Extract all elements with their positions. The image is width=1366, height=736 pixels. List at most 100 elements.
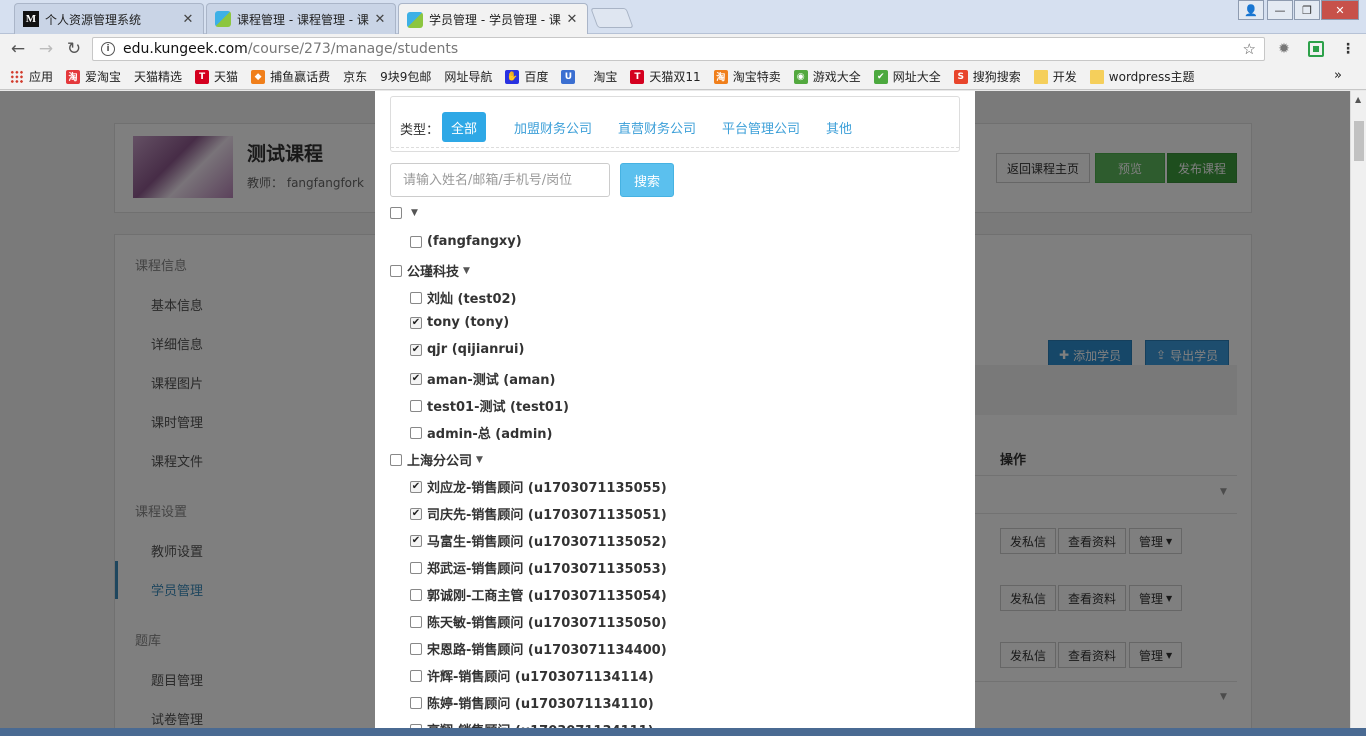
restore-button[interactable]: ❐ xyxy=(1294,0,1320,20)
bookmark-item[interactable]: 淘宝 xyxy=(0,68,618,169)
kungeek-logo-icon xyxy=(215,11,231,27)
tree-member-row[interactable]: 郑武运-销售顾问 (u1703071135053) xyxy=(410,558,667,577)
close-window-button[interactable]: ✕ xyxy=(1321,0,1359,20)
type-chip-platform[interactable]: 平台管理公司 xyxy=(713,112,809,142)
checkbox[interactable] xyxy=(410,426,422,439)
tree-member-row[interactable]: ✔ tony (tony) xyxy=(410,315,509,330)
checkbox[interactable] xyxy=(410,696,422,709)
close-icon[interactable]: ✕ xyxy=(373,12,387,27)
member-name: 刘灿 (test02) xyxy=(427,292,517,307)
tree-member-row[interactable]: 郭诚刚-工商主管 (u1703071135054) xyxy=(410,585,667,604)
bookmark-item[interactable]: 开发 xyxy=(1033,68,1077,85)
tree-group-row[interactable]: 上海分公司 ▼ xyxy=(390,450,483,469)
tree-group-row[interactable]: ▼ xyxy=(390,207,418,219)
search-button[interactable]: 搜索 xyxy=(620,163,674,197)
bookmark-item[interactable]: 淘淘宝特卖 xyxy=(713,68,781,85)
bookmark-star-icon[interactable]: ☆ xyxy=(1243,40,1256,58)
checkbox[interactable] xyxy=(410,235,422,248)
bookmark-item[interactable]: T 天猫 xyxy=(195,68,238,85)
checkbox[interactable]: ✔ xyxy=(410,534,422,547)
type-chip-franchise[interactable]: 加盟财务公司 xyxy=(505,112,601,142)
scrollbar-thumb[interactable] xyxy=(1354,121,1364,161)
bookmark-item[interactable]: S 搜狗搜索 xyxy=(953,68,1021,85)
green-extension-icon[interactable] xyxy=(1308,41,1324,57)
bookmark-item[interactable]: 应用 xyxy=(10,68,53,85)
checkbox[interactable] xyxy=(390,264,402,277)
type-chip-all[interactable]: 全部 xyxy=(442,112,487,142)
checkbox[interactable] xyxy=(410,291,422,304)
tree-member-row[interactable]: ✔ aman-测试 (aman) xyxy=(410,369,556,388)
checkbox[interactable] xyxy=(410,588,422,601)
reload-icon[interactable]: ↻ xyxy=(63,38,85,60)
page-scrollbar[interactable]: ▲ xyxy=(1350,91,1366,736)
tab-title: 课程管理 - 课程管理 - 课 xyxy=(237,12,369,27)
bookmark-item[interactable]: ◆ 捕鱼赢话费 xyxy=(251,68,330,85)
tree-member-row[interactable]: ✔ 刘应龙-销售顾问 (u1703071135055) xyxy=(410,477,667,496)
bookmark-item[interactable]: 淘爱淘宝 xyxy=(66,68,121,85)
checkbox[interactable] xyxy=(410,642,422,655)
tree-member-row[interactable]: (fangfangxy) xyxy=(410,234,522,249)
bookmark-item[interactable]: ✋ 百度 xyxy=(505,68,548,85)
tree-member-row[interactable]: ✔ 马富生-销售顾问 (u1703071135052) xyxy=(410,531,667,550)
tree-member-row[interactable]: 刘灿 (test02) xyxy=(410,288,516,307)
checkbox[interactable]: ✔ xyxy=(410,316,422,329)
checkbox[interactable]: ✔ xyxy=(410,343,422,356)
bookmark-item[interactable]: T 天猫双11 xyxy=(630,68,701,85)
new-tab-button[interactable] xyxy=(590,8,634,28)
bookmark-item[interactable]: 网址导航 xyxy=(0,68,492,169)
tree-member-row[interactable]: test01-测试 (test01) xyxy=(410,396,569,415)
sogou-icon: S xyxy=(953,69,968,84)
url-bar[interactable]: i edu.kungeek.com/course/273/manage/stud… xyxy=(92,37,1265,61)
type-chip-direct[interactable]: 直营财务公司 xyxy=(609,112,705,142)
type-chip-other[interactable]: 其他 xyxy=(817,112,861,142)
tree-member-row[interactable]: 陈婷-销售顾问 (u1703071134110) xyxy=(410,693,654,712)
tree-member-row[interactable]: 宋恩路-销售顾问 (u1703071134400) xyxy=(410,639,667,658)
checkbox[interactable] xyxy=(410,669,422,682)
menu-icon[interactable]: ⋮ xyxy=(1340,41,1356,57)
bookmark-item[interactable]: ◉ 游戏大全 xyxy=(793,68,861,85)
checkbox[interactable] xyxy=(410,561,422,574)
minimize-button[interactable]: — xyxy=(1267,0,1293,20)
tree-member-row[interactable]: 陈天敏-销售顾问 (u1703071135050) xyxy=(410,612,667,631)
student-search-input[interactable] xyxy=(390,163,610,197)
scroll-up-icon[interactable]: ▲ xyxy=(1355,95,1361,104)
caret-down-icon[interactable]: ▼ xyxy=(476,455,483,465)
checkbox[interactable]: ✔ xyxy=(410,480,422,493)
checkbox[interactable]: ✔ xyxy=(410,372,422,385)
checkbox[interactable] xyxy=(410,615,422,628)
checkbox[interactable]: ✔ xyxy=(410,507,422,520)
back-arrow-icon[interactable]: ← xyxy=(7,38,29,60)
more-bookmarks-icon[interactable]: » xyxy=(1334,68,1342,83)
tree-member-row[interactable]: ✔ 司庆先-销售顾问 (u1703071135051) xyxy=(410,504,667,523)
bookmark-item[interactable]: wordpress主题 xyxy=(1089,68,1194,85)
tree-member-row[interactable]: admin-总 (admin) xyxy=(410,423,552,442)
bookmark-item[interactable]: U xyxy=(561,69,580,84)
browser-tab[interactable]: M 个人资源管理系统 ✕ xyxy=(14,3,204,34)
bookmark-label: 淘宝 xyxy=(593,70,618,84)
forward-arrow-icon[interactable]: → xyxy=(35,38,57,60)
tree-group-row[interactable]: 公瑾科技 ▼ xyxy=(390,261,470,280)
baidu-icon: ✋ xyxy=(505,69,520,84)
bookmark-item[interactable]: ✔ 网址大全 xyxy=(873,68,941,85)
gear-extension-icon[interactable]: ✹ xyxy=(1276,41,1292,57)
bookmark-item[interactable]: 天猫精选 xyxy=(0,68,183,169)
bookmark-item[interactable]: 9块9包邮 xyxy=(0,68,431,169)
tree-member-row[interactable]: 许辉-销售顾问 (u1703071134114) xyxy=(410,666,654,685)
close-icon[interactable]: ✕ xyxy=(565,12,579,27)
bookmark-label: 天猫精选 xyxy=(134,70,183,84)
caret-down-icon[interactable]: ▼ xyxy=(463,266,470,276)
close-icon[interactable]: ✕ xyxy=(181,12,195,27)
browser-tab-active[interactable]: 学员管理 - 学员管理 - 课 ✕ xyxy=(398,3,588,35)
checkbox[interactable] xyxy=(390,453,402,466)
user-icon[interactable]: 👤 xyxy=(1238,0,1264,20)
caret-down-icon[interactable]: ▼ xyxy=(411,208,418,218)
member-name: 司庆先-销售顾问 (u1703071135051) xyxy=(427,508,667,523)
checkbox[interactable] xyxy=(410,399,422,412)
select-students-modal: 类型： 全部 加盟财务公司 直营财务公司 平台管理公司 其他 搜索 ▼ (fang… xyxy=(375,91,975,736)
member-name: 马富生-销售顾问 (u1703071135052) xyxy=(427,535,667,550)
tree-member-row[interactable]: ✔ qjr (qijianrui) xyxy=(410,342,524,357)
info-icon[interactable]: i xyxy=(101,42,115,56)
bookmark-item[interactable]: 京东 xyxy=(0,68,367,169)
browser-tab[interactable]: 课程管理 - 课程管理 - 课 ✕ xyxy=(206,3,396,34)
checkbox[interactable] xyxy=(390,207,402,219)
